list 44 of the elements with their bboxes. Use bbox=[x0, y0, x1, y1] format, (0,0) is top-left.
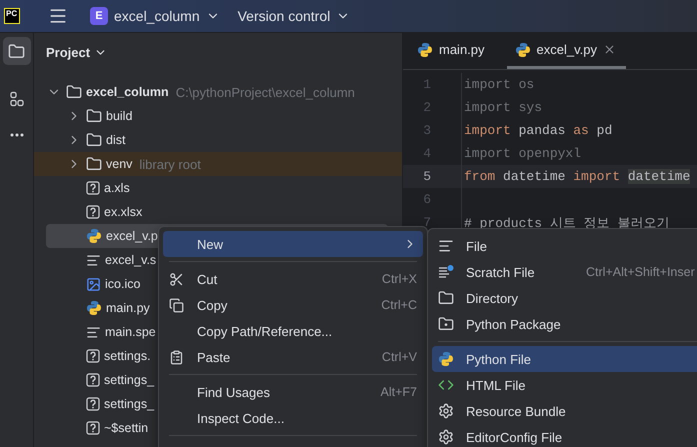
menu-item-label: File bbox=[466, 238, 488, 254]
menu-item-label: New bbox=[197, 236, 224, 252]
menu-item-label: Copy Path/Reference... bbox=[197, 324, 334, 338]
menu-shortcut: Ctrl+Alt+Shift+Inser bbox=[586, 265, 695, 279]
menu-item-label: Paste bbox=[197, 350, 232, 364]
tree-item-name: excel_v.s bbox=[105, 253, 156, 267]
tree-item-name: dist bbox=[106, 133, 126, 147]
menu-item-label: EditorConfig File bbox=[466, 430, 564, 444]
tree-item-name: settings. bbox=[104, 349, 151, 363]
menu-shortcut: Ctrl+X bbox=[382, 272, 417, 286]
line-number: 5 bbox=[403, 165, 462, 188]
tree-item-name: ico.ico bbox=[105, 277, 140, 291]
menu-shortcut: Ctrl+C bbox=[381, 298, 417, 312]
tree-item-name: venv bbox=[106, 157, 132, 171]
menu-item-label: Inspect Code... bbox=[197, 410, 286, 426]
tree-item-name: excel_column bbox=[86, 85, 169, 99]
tree-item-name: main.spe bbox=[105, 325, 156, 339]
menu-item-label: Directory bbox=[466, 290, 520, 306]
code-text: import sys bbox=[463, 100, 542, 115]
code-text: import os bbox=[463, 77, 534, 92]
menu-item-label: Scratch File bbox=[466, 264, 536, 280]
menu-item-label: HTML File bbox=[466, 378, 526, 392]
menu-shortcut: Alt+F7 bbox=[380, 385, 417, 399]
menu-item-label: Cut bbox=[197, 272, 218, 286]
tree-item-name: ~$settin bbox=[104, 421, 148, 435]
menu-item-label: Python Package bbox=[466, 316, 562, 332]
code-text: import openpyxl bbox=[463, 146, 582, 161]
menu-item-label: Python File bbox=[466, 352, 532, 366]
menu-item-label: Find Usages bbox=[197, 384, 271, 400]
tree-item-name: ex.xlsx bbox=[104, 205, 142, 219]
menu-item-label: Resource Bundle bbox=[466, 404, 567, 418]
tree-item-name: settings_ bbox=[104, 373, 154, 387]
tree-item-name: settings_ bbox=[104, 397, 154, 411]
tree-item-name: main.py bbox=[106, 301, 150, 315]
tree-item-name: a.xls bbox=[104, 181, 130, 195]
code-text: from datetime import datetime bbox=[463, 169, 690, 184]
menu-shortcut: Ctrl+V bbox=[382, 350, 417, 364]
tree-item-note: C:\pythonProject\excel_column bbox=[176, 84, 355, 100]
code-text: import pandas as pd bbox=[463, 123, 612, 138]
tree-item-note: library root bbox=[139, 156, 201, 172]
tree-item-name: build bbox=[106, 109, 132, 123]
tree-item-name: excel_v.p bbox=[106, 229, 158, 243]
project-badge: E bbox=[90, 7, 108, 25]
menu-item-label: Copy bbox=[197, 298, 228, 312]
